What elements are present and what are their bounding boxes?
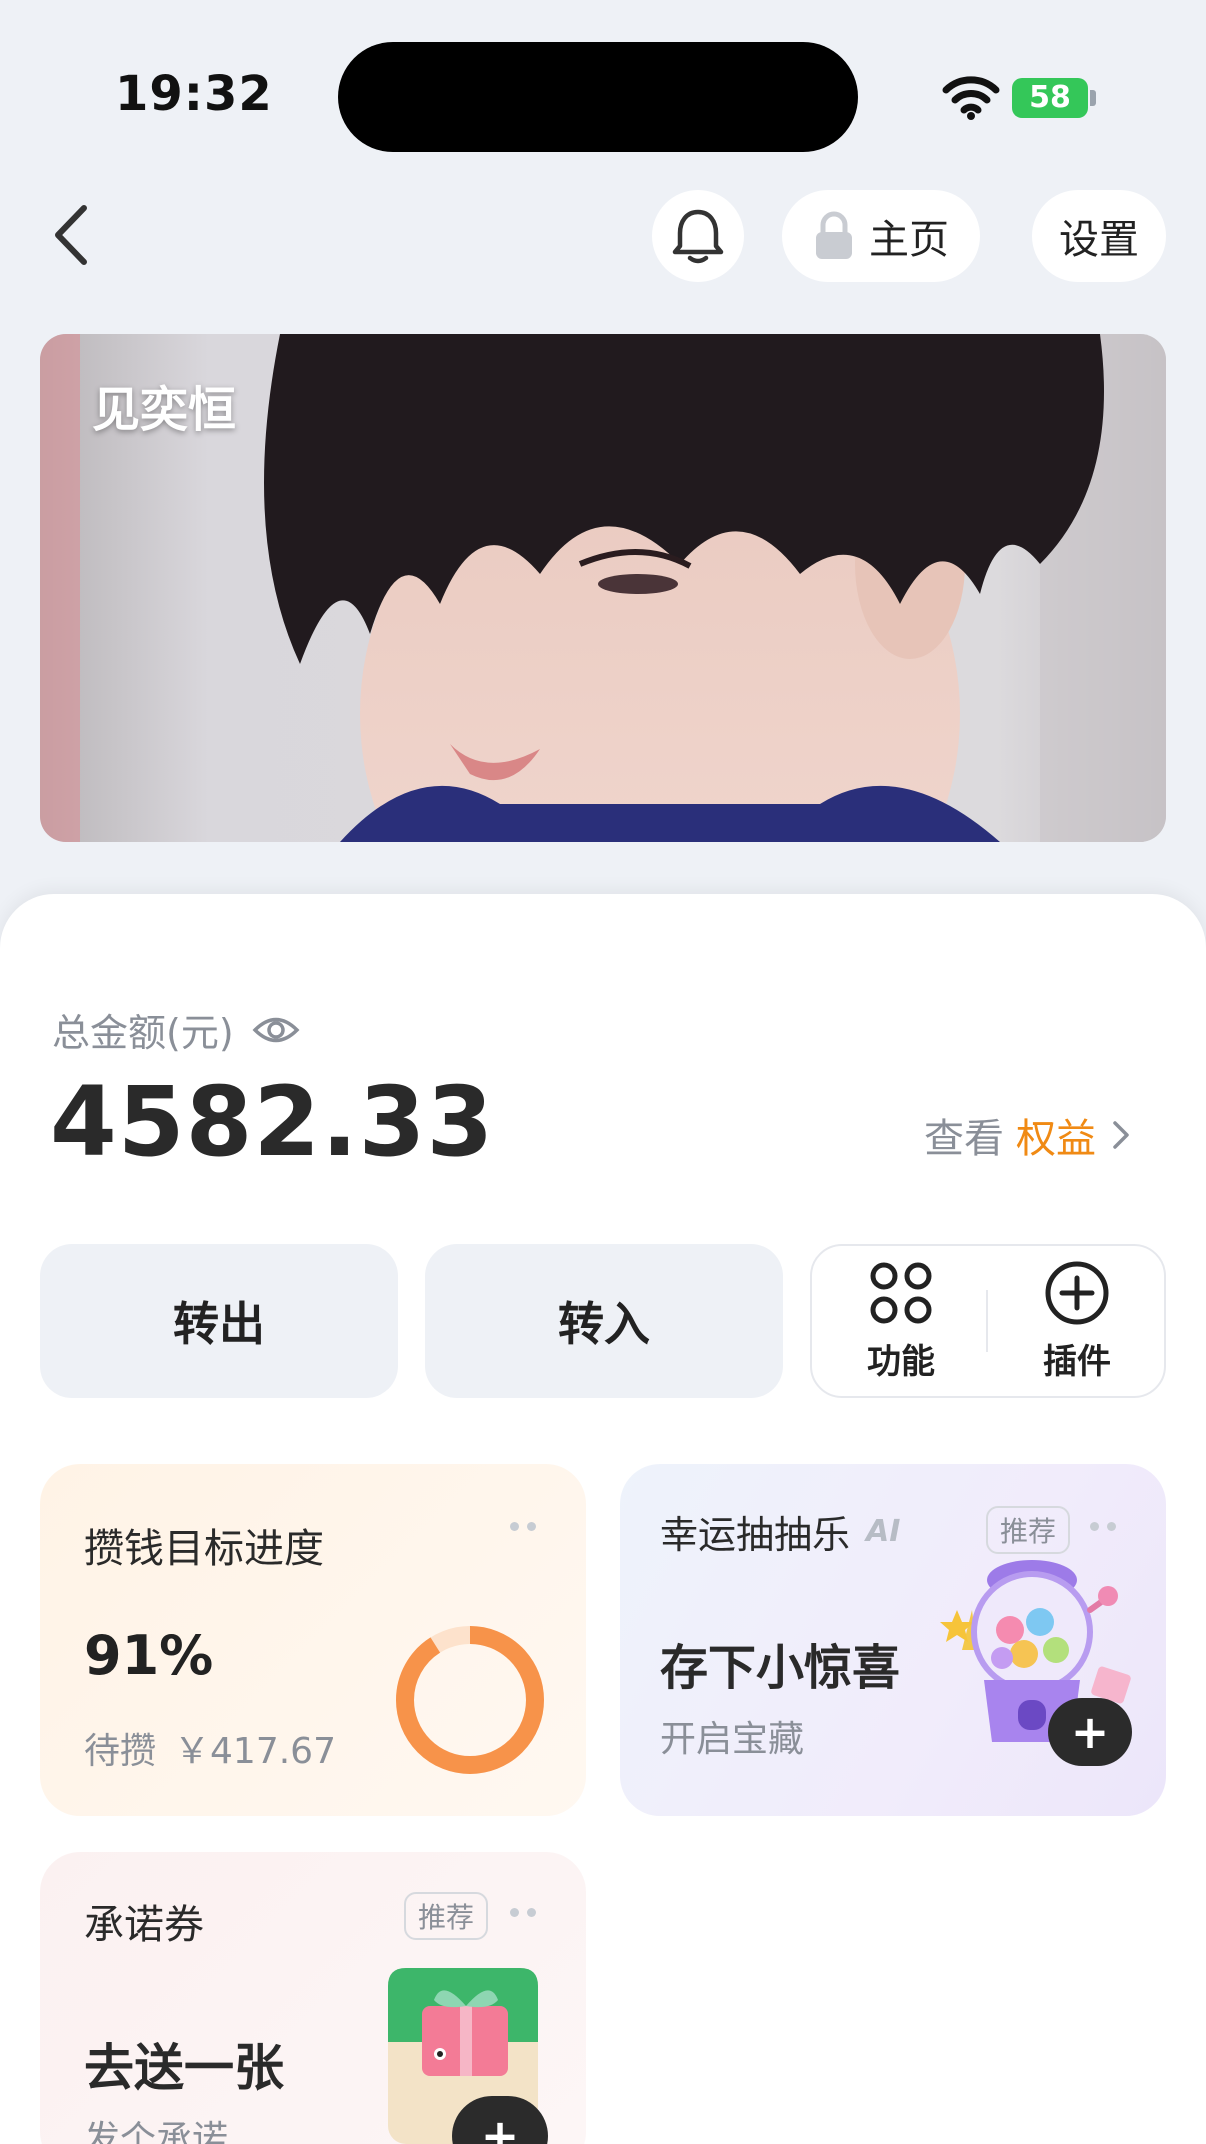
banner-title: 见奕恒	[92, 382, 237, 438]
promise-headline: 去送一张	[84, 2039, 284, 2097]
tools-divider	[986, 1290, 988, 1352]
goal-pending: 待攒 ￥417.67	[84, 1722, 336, 1774]
promise-card-title: 承诺券	[84, 1902, 204, 1948]
lucky-add-button[interactable]: +	[1048, 1698, 1132, 1766]
add-circle-icon	[1045, 1261, 1109, 1324]
bell-icon	[672, 209, 724, 264]
back-arrow-icon[interactable]	[46, 200, 96, 270]
settings-button[interactable]: 设置	[1032, 190, 1166, 282]
total-label-text: 总金额(元)	[52, 1011, 234, 1055]
rights-prefix: 查看	[924, 1116, 1004, 1162]
promise-coupon-card[interactable]: 承诺券 推荐 去送一张 发个承诺 +	[40, 1852, 586, 2144]
lucky-subtitle: 开启宝藏	[660, 1719, 805, 1760]
more-dots-icon[interactable]	[510, 1522, 536, 1531]
tools-panel: 功能 插件	[810, 1244, 1166, 1398]
transfer-in-button[interactable]: 转入	[425, 1244, 783, 1398]
battery-indicator: 58	[1012, 78, 1088, 118]
total-amount-label: 总金额(元)	[52, 1002, 300, 1057]
ai-badge: AI	[866, 1514, 901, 1549]
transfer-out-button[interactable]: 转出	[40, 1244, 398, 1398]
goal-card-title: 攒钱目标进度	[84, 1526, 324, 1572]
battery-level: 58	[1029, 80, 1071, 115]
functions-label: 功能	[867, 1341, 935, 1382]
total-amount-value: 4582.33	[50, 1066, 495, 1178]
goal-progress-arc	[396, 1626, 544, 1774]
savings-goal-card[interactable]: 攒钱目标进度 91% 待攒 ￥417.67	[40, 1464, 586, 1816]
recommend-tag: 推荐	[986, 1506, 1071, 1554]
more-dots-icon[interactable]	[510, 1908, 536, 1917]
chevron-right-icon	[1113, 1121, 1129, 1149]
more-dots-icon[interactable]	[1090, 1522, 1116, 1531]
lucky-card-title: 幸运抽抽乐	[660, 1513, 851, 1557]
plugins-button[interactable]: 插件	[992, 1246, 1162, 1396]
goal-pending-label: 待攒	[84, 1731, 157, 1772]
lucky-headline: 存下小惊喜	[660, 1640, 901, 1696]
goal-percent: 91%	[84, 1624, 214, 1687]
promise-subtitle: 发个承诺	[84, 2119, 229, 2144]
home-button[interactable]: 主页	[782, 190, 980, 282]
rights-accent-text: 权益	[1016, 1116, 1096, 1162]
recommend-tag: 推荐	[404, 1892, 489, 1940]
dynamic-island	[338, 42, 858, 152]
status-time: 19:32	[115, 66, 273, 122]
eye-icon[interactable]	[252, 1013, 300, 1047]
lock-icon	[816, 211, 852, 259]
lucky-draw-card[interactable]: 幸运抽抽乐 AI 推荐 存下小惊喜 开启宝藏 +	[620, 1464, 1166, 1816]
grid-circles-icon	[870, 1262, 932, 1323]
functions-button[interactable]: 功能	[816, 1246, 986, 1396]
notification-button[interactable]	[652, 190, 744, 282]
goal-pending-amount: ￥417.67	[174, 1731, 336, 1772]
wifi-icon	[942, 76, 1000, 120]
battery-tip	[1090, 90, 1096, 106]
view-rights-link[interactable]: 查看 权益	[924, 1106, 1134, 1164]
home-label: 主页	[869, 217, 949, 263]
goal-progress-ring	[396, 1626, 544, 1774]
lucky-title-row: 幸运抽抽乐 AI	[660, 1504, 900, 1559]
plugins-label: 插件	[1043, 1341, 1111, 1382]
